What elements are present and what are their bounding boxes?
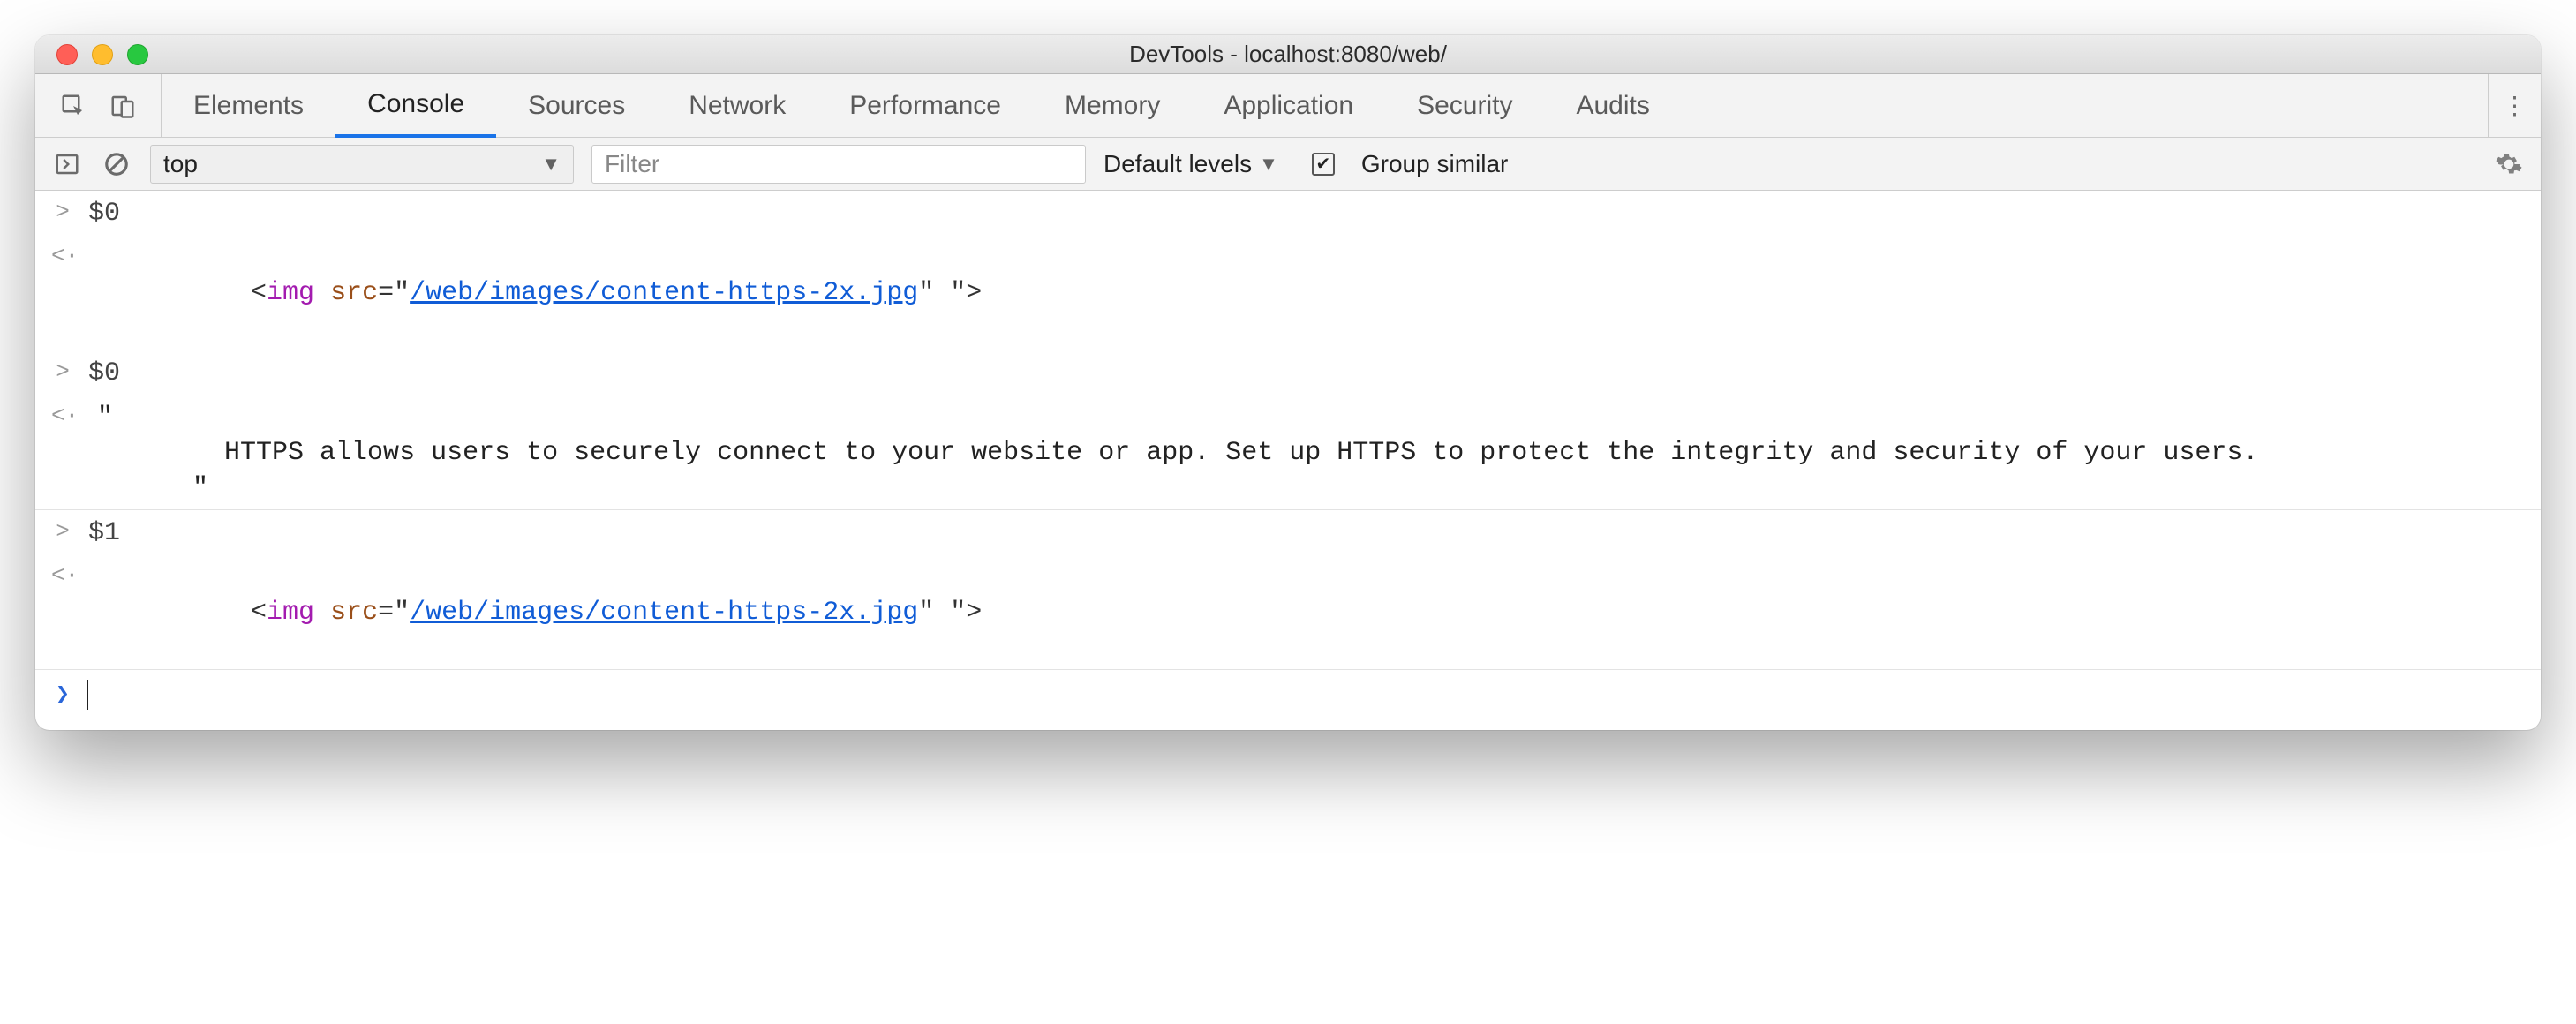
settings-icon[interactable] (2493, 148, 2525, 180)
tab-sources[interactable]: Sources (496, 74, 657, 137)
console-output-html[interactable]: <img src="/web/images/content-https-2x.j… (88, 238, 2525, 346)
console-input-text[interactable]: $0 (88, 194, 2525, 231)
filter-input[interactable]: Filter (591, 145, 1086, 184)
input-marker-icon: > (51, 514, 74, 549)
filter-placeholder: Filter (605, 150, 659, 178)
output-marker-icon: <· (51, 398, 74, 433)
inspect-element-icon[interactable] (58, 91, 88, 121)
tab-memory[interactable]: Memory (1033, 74, 1192, 137)
chevron-down-icon: ▼ (1259, 153, 1278, 176)
devtools-window: DevTools - localhost:8080/web/ Elements … (35, 35, 2541, 730)
text-cursor (87, 680, 88, 710)
console-input-row: > $1 (35, 510, 2541, 554)
sidebar-toggle-icon[interactable] (51, 148, 83, 180)
chevron-down-icon: ▼ (541, 153, 561, 176)
tab-application[interactable]: Application (1192, 74, 1385, 137)
clear-console-icon[interactable] (101, 148, 132, 180)
context-value: top (163, 150, 198, 178)
log-levels-selector[interactable]: Default levels ▼ (1103, 150, 1278, 178)
console-input-row: > $0 (35, 191, 2541, 235)
tab-console[interactable]: Console (335, 74, 496, 138)
console-output: > $0 <· <img src="/web/images/content-ht… (35, 191, 2541, 730)
console-toolbar: top ▼ Filter Default levels ▼ ✔ Group si… (35, 138, 2541, 191)
input-marker-icon: > (51, 194, 74, 230)
console-output-row: <· " HTTPS allows users to securely conn… (35, 395, 2541, 510)
tab-network[interactable]: Network (657, 74, 817, 137)
console-input-text[interactable]: $1 (88, 514, 2525, 551)
console-input-text[interactable]: $0 (88, 354, 2525, 391)
group-similar-label: Group similar (1361, 150, 1508, 178)
device-toolbar-icon[interactable] (108, 91, 138, 121)
console-output-row: <· <img src="/web/images/content-https-2… (35, 554, 2541, 670)
console-output-html[interactable]: <img src="/web/images/content-https-2x.j… (88, 558, 2525, 666)
console-input-row: > $0 (35, 350, 2541, 395)
output-marker-icon: <· (51, 238, 74, 274)
input-marker-icon: > (51, 354, 74, 389)
output-marker-icon: <· (51, 558, 74, 593)
panel-tabs: Elements Console Sources Network Perform… (35, 74, 2541, 138)
tab-security[interactable]: Security (1385, 74, 1544, 137)
more-options-icon[interactable]: ⋮ (2488, 74, 2541, 137)
group-similar-checkbox[interactable]: ✔ (1312, 153, 1335, 176)
console-output-text[interactable]: " HTTPS allows users to securely connect… (88, 398, 2525, 506)
console-output-row: <· <img src="/web/images/content-https-2… (35, 235, 2541, 350)
tab-performance[interactable]: Performance (817, 74, 1033, 137)
resource-link[interactable]: /web/images/content-https-2x.jpg (410, 278, 918, 308)
inspect-tools (35, 74, 162, 137)
tab-elements[interactable]: Elements (162, 74, 335, 137)
resource-link[interactable]: /web/images/content-https-2x.jpg (410, 598, 918, 628)
prompt-marker-icon: ❯ (51, 677, 74, 712)
titlebar: DevTools - localhost:8080/web/ (35, 35, 2541, 74)
window-title: DevTools - localhost:8080/web/ (35, 41, 2541, 68)
context-selector[interactable]: top ▼ (150, 145, 574, 184)
tab-audits[interactable]: Audits (1544, 74, 1681, 137)
check-icon: ✔ (1315, 153, 1330, 175)
console-prompt[interactable]: ❯ (35, 670, 2541, 730)
levels-label: Default levels (1103, 150, 1252, 178)
